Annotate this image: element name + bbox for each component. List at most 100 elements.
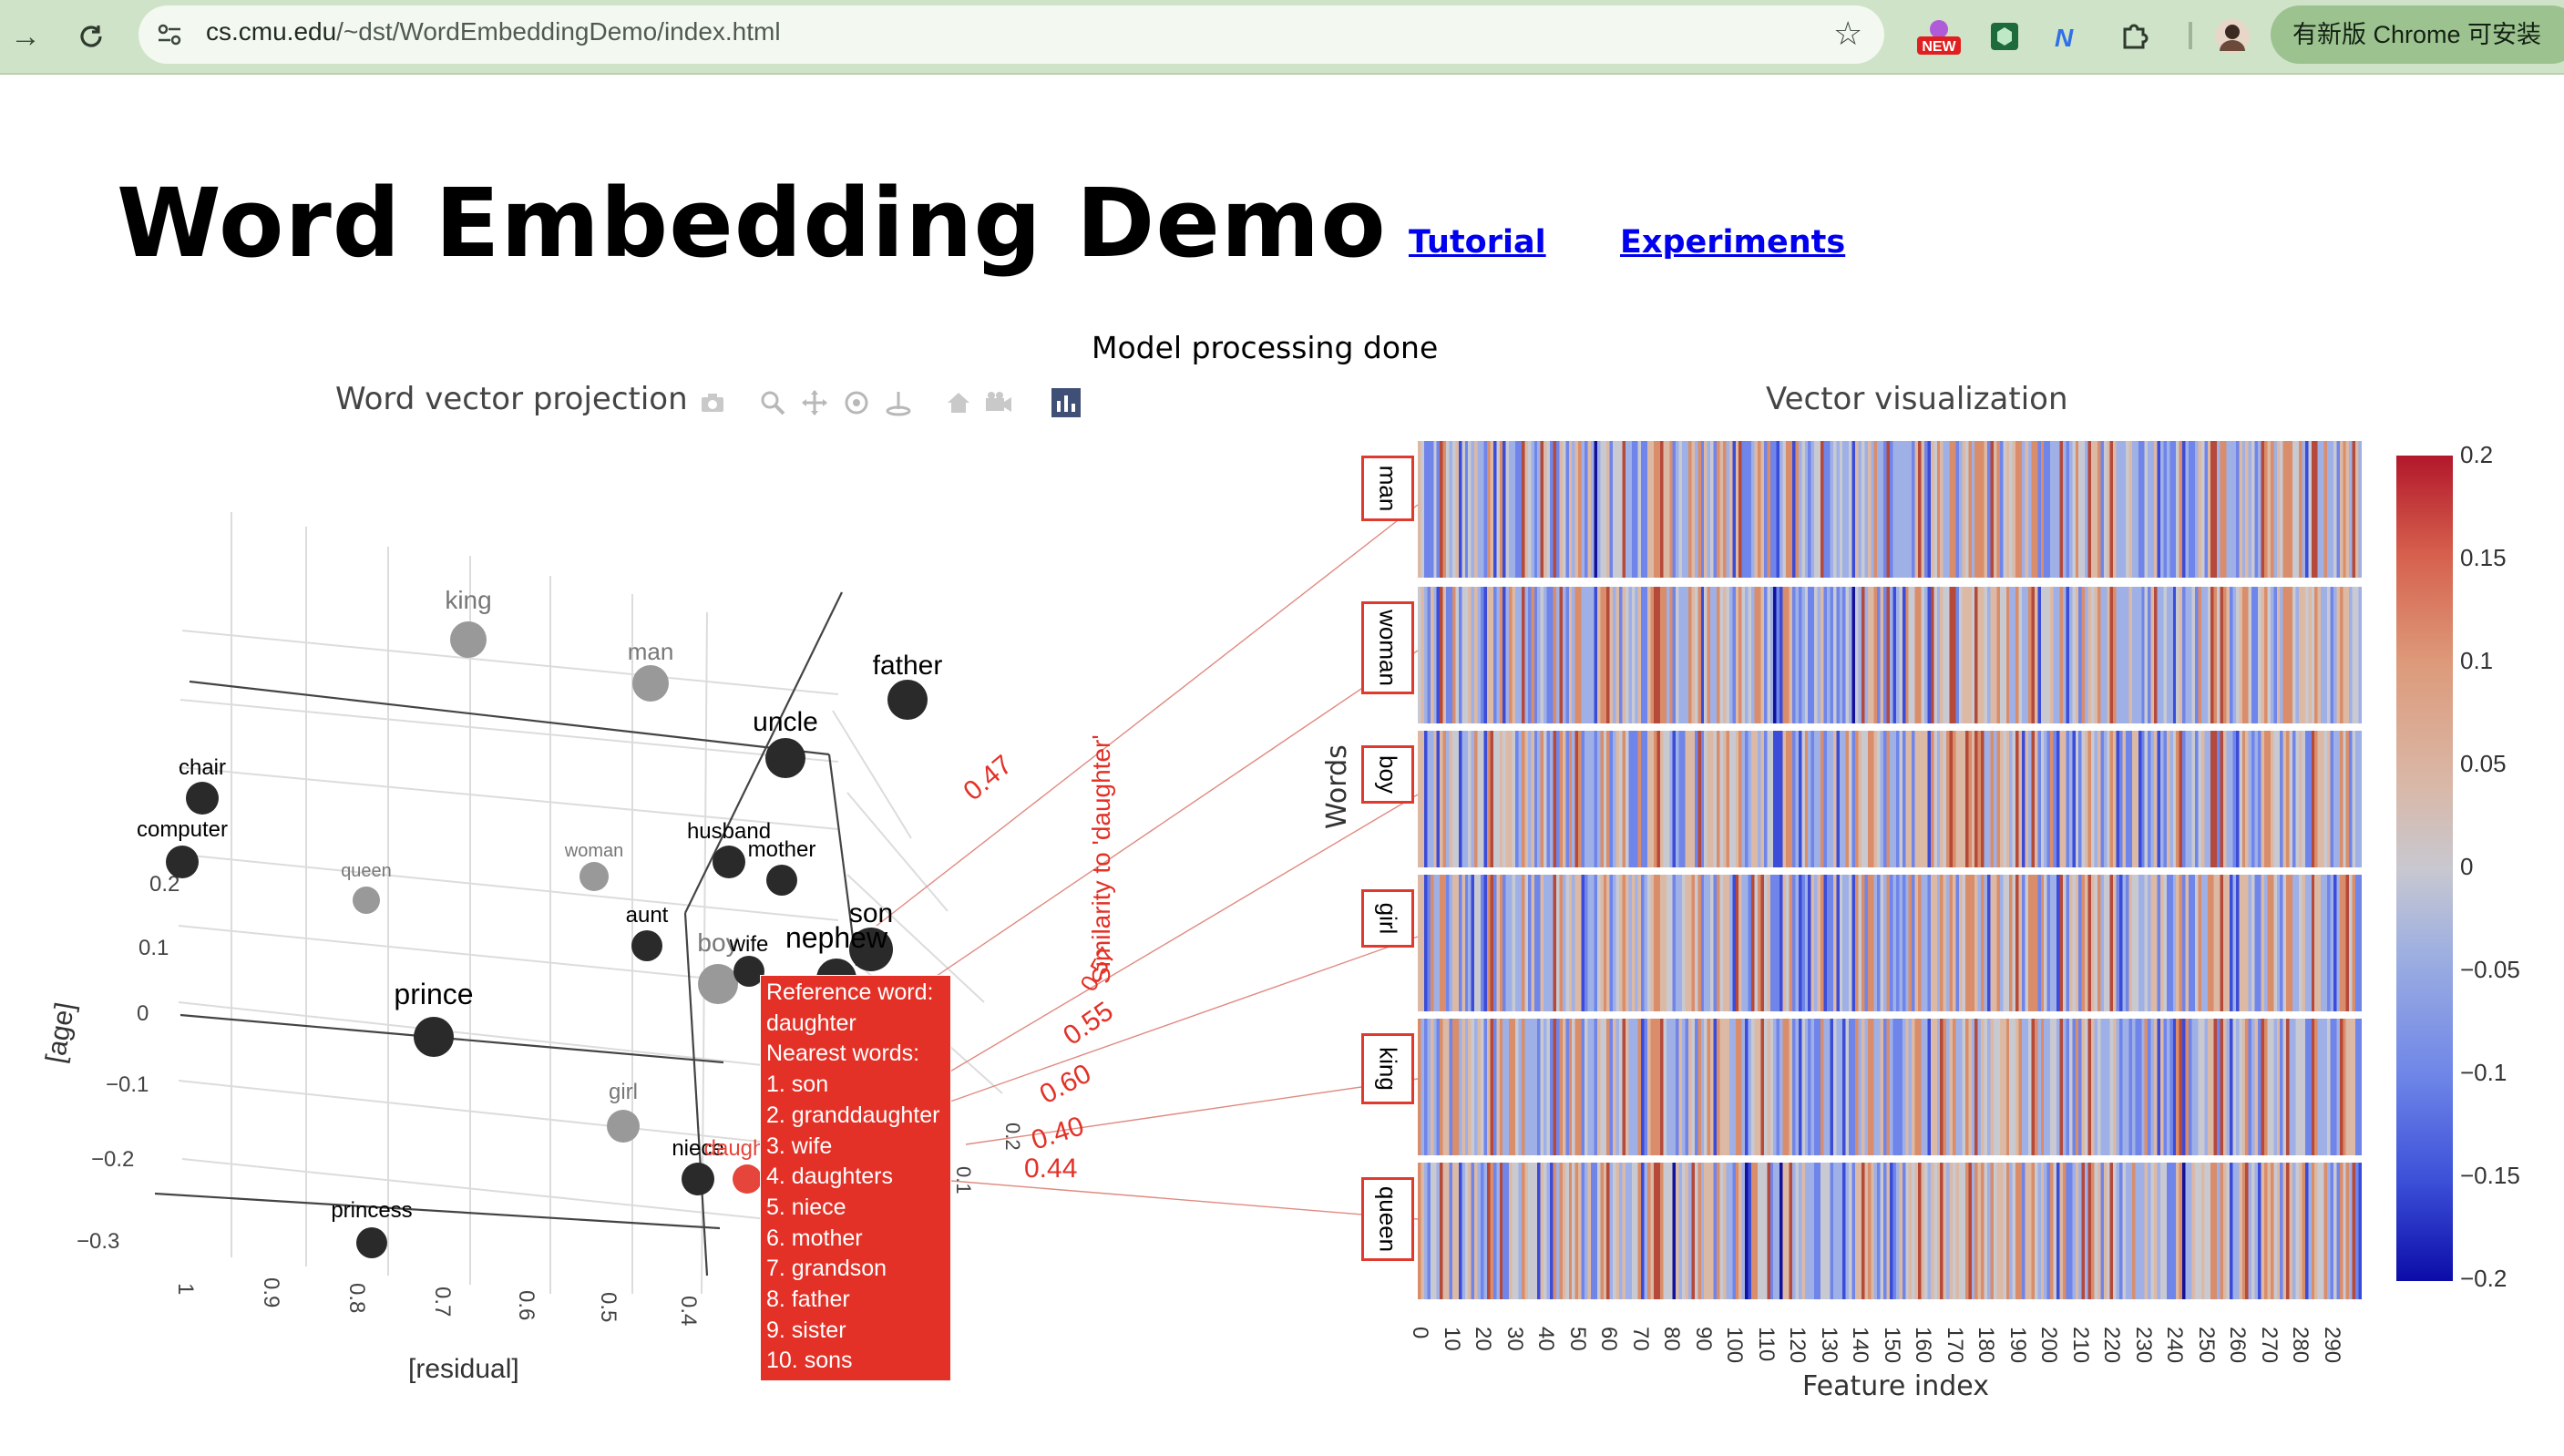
y-tick: 0: [137, 1001, 149, 1026]
heatmap-row-girl[interactable]: [1418, 875, 2362, 1011]
y-tick: 0.1: [138, 936, 169, 960]
feature-tick: 10: [1439, 1327, 1464, 1351]
extension-new-icon[interactable]: NEW: [1915, 16, 1963, 56]
word-box-woman: woman: [1361, 601, 1414, 694]
colorbar-tick: 0.1: [2460, 647, 2494, 674]
colorbar-tick: −0.15: [2460, 1162, 2520, 1189]
word-point-aunt[interactable]: [631, 930, 662, 961]
extensions-puzzle-icon[interactable]: [2114, 16, 2154, 56]
profile-avatar[interactable]: [2212, 16, 2252, 56]
word-point-mother[interactable]: [766, 865, 797, 896]
word-label-man: man: [628, 638, 674, 665]
feature-tick: 20: [1471, 1327, 1495, 1351]
word-point-father[interactable]: [887, 680, 928, 720]
reset-view-icon[interactable]: [982, 386, 1015, 419]
word-box-girl: girl: [1361, 889, 1414, 948]
feature-tick: 240: [2162, 1327, 2187, 1364]
tutorial-link[interactable]: Tutorial: [1409, 224, 1546, 261]
x-tick: 0.6: [514, 1290, 538, 1320]
similarity-value: 0.55: [1058, 996, 1119, 1051]
shield-extension-icon[interactable]: [1985, 16, 2025, 56]
page-title: Word Embedding Demo: [117, 168, 1387, 279]
colorbar-tick: 0.15: [2460, 544, 2507, 571]
tooltip-line: Nearest words:: [766, 1041, 920, 1067]
word-box-boy: boy: [1361, 745, 1414, 804]
feature-tick: 210: [2067, 1327, 2093, 1364]
x-tick: 0.5: [596, 1292, 620, 1322]
tooltip-line: Reference word:: [766, 979, 934, 1005]
feature-tick: 170: [1942, 1327, 1967, 1364]
word-point-chair[interactable]: [186, 782, 219, 815]
feature-tick: 100: [1722, 1327, 1747, 1364]
word-point-prince[interactable]: [414, 1017, 454, 1057]
reset-home-icon[interactable]: [942, 386, 975, 419]
zoom-icon[interactable]: [756, 386, 789, 419]
x-tick: 0.9: [259, 1277, 283, 1307]
svg-text:N: N: [2055, 24, 2074, 52]
feature-tick: 40: [1533, 1327, 1558, 1351]
feature-tick: 30: [1502, 1327, 1527, 1351]
word-box-label: man: [1374, 465, 1402, 512]
similarity-axis-title: Similarity to 'daughter': [1087, 734, 1115, 984]
word-point-husband[interactable]: [713, 846, 745, 878]
heatmap-row-king[interactable]: [1418, 1019, 2362, 1155]
bookmark-star-icon[interactable]: ☆: [1833, 15, 1862, 53]
word-label-wife: wife: [729, 932, 769, 957]
similarity-lines: [876, 504, 1419, 1220]
orbit-rotate-icon[interactable]: [840, 386, 873, 419]
word-label-nephew: nephew: [785, 921, 888, 954]
x-tick: 0.8: [344, 1283, 369, 1313]
y-tick: −0.3: [77, 1229, 119, 1254]
heatmap-row-man[interactable]: [1418, 441, 2362, 578]
word-point-man[interactable]: [632, 665, 669, 702]
word-label-aunt: aunt: [626, 903, 669, 928]
colorbar-tick: −0.2: [2460, 1265, 2508, 1292]
word-label-mother: mother: [748, 837, 816, 862]
word-point-uncle[interactable]: [765, 738, 805, 778]
colorbar: [2396, 456, 2453, 1281]
word-point-princess[interactable]: [356, 1227, 387, 1258]
toolbar-divider: [2189, 22, 2192, 49]
x-tick: 0.4: [676, 1296, 701, 1326]
heatmap-row-woman[interactable]: [1418, 587, 2362, 723]
word-point-girl[interactable]: [607, 1110, 640, 1143]
reload-icon[interactable]: [69, 15, 113, 58]
forward-icon[interactable]: →: [4, 15, 47, 58]
word-point-king[interactable]: [450, 621, 487, 658]
plotly-logo-icon[interactable]: [1050, 386, 1082, 419]
pan-icon[interactable]: [798, 386, 831, 419]
word-point-computer[interactable]: [166, 846, 199, 878]
word-point-son[interactable]: [849, 928, 893, 971]
word-point-woman[interactable]: [579, 862, 609, 891]
similarity-value: 0.57: [1074, 942, 1121, 996]
colorbar-tick: 0: [2460, 853, 2474, 880]
heatmap-row-queen[interactable]: [1418, 1163, 2362, 1299]
colorbar-tick: −0.05: [2460, 956, 2520, 983]
word-label-husband: husband: [687, 819, 771, 844]
site-settings-icon[interactable]: [153, 18, 186, 51]
word-point-queen[interactable]: [353, 887, 380, 914]
word-point-daughter[interactable]: [733, 1164, 762, 1194]
turntable-icon[interactable]: [882, 386, 915, 419]
vector-viz-title: Vector visualization: [1766, 381, 2068, 417]
status-text: Model processing done: [1092, 330, 1439, 365]
chrome-update-button[interactable]: 有新版 Chrome 可安装: [2271, 5, 2564, 64]
camera-icon[interactable]: [696, 386, 729, 419]
tooltip-line: 1. son: [766, 1071, 829, 1098]
feature-tick: 190: [2005, 1327, 2030, 1364]
word-point-niece[interactable]: [682, 1163, 714, 1195]
word-point-boy[interactable]: [698, 964, 738, 1004]
word-label-princess: princess: [331, 1198, 412, 1223]
y-tick: −0.1: [106, 1072, 149, 1097]
feature-tick: 70: [1627, 1327, 1653, 1351]
word-box-label: boy: [1374, 755, 1402, 794]
word-label-woman: woman: [564, 841, 623, 861]
experiments-link[interactable]: Experiments: [1620, 224, 1845, 261]
address-bar[interactable]: cs.cmu.edu/~dst/WordEmbeddingDemo/index.…: [138, 5, 1884, 64]
colorbar-tick: 0.2: [2460, 441, 2494, 468]
age-axis-ticks: 0.2 0.1 0 −0.1 −0.2 −0.3: [77, 872, 179, 1254]
similarity-value: 0.44: [1024, 1154, 1077, 1184]
n-extension-icon[interactable]: N: [2046, 16, 2087, 56]
heatmap-row-boy[interactable]: [1418, 731, 2362, 867]
feature-tick: 290: [2319, 1327, 2344, 1364]
